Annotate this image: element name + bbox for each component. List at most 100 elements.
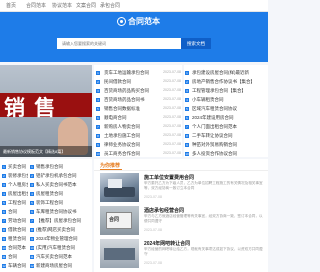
list-item[interactable]: 2 民间借款合同 2023-07-08 — [94, 77, 182, 86]
list-item[interactable]: 6 合同 — [2, 207, 28, 216]
list-item-title[interactable]: 合同范本 — [8, 243, 26, 252]
list-item-title[interactable]: 土地承包施工合同 — [104, 131, 156, 140]
nav-home[interactable]: 首页 — [6, 2, 16, 9]
list-item-title[interactable]: 2024年建设用房合同 — [192, 113, 267, 122]
list-item[interactable]: 3 工程管理承包合同【集合】 — [184, 86, 268, 95]
card-title[interactable]: 2024年网吧转让合同 — [144, 240, 190, 247]
list-item-title[interactable]: (推荐)网店买卖合同 — [36, 225, 75, 234]
list-item[interactable]: 3 百货商场药品购买合同 2023-07-08 — [94, 86, 182, 95]
list-item-title[interactable]: 买卖合同 — [8, 162, 26, 171]
list-item-title[interactable]: 承包建设房屋合同(样)最近新 — [192, 68, 267, 77]
list-item[interactable]: 7 劳动合同 — [2, 216, 28, 225]
list-item[interactable]: 7 【推荐】房屋承包合同 — [30, 216, 92, 225]
list-item-title[interactable]: 【推荐】房屋承包合同 — [36, 216, 81, 225]
list-item-title[interactable]: 个人租房合同 — [8, 180, 28, 189]
list-item[interactable]: 9 2024年物业管理合同 — [30, 234, 92, 243]
list-item-title[interactable]: 销售承包合同 — [36, 162, 63, 171]
list-item[interactable]: 1 承包建设房屋合同(样)最近新 — [184, 68, 268, 77]
list-item[interactable]: 3个人租房合同 — [2, 180, 28, 189]
list-item[interactable]: 7 个人门面出租合同范本 — [184, 122, 268, 131]
list-item[interactable]: 4 百货商场药品合同书 2023-07-08 — [94, 95, 182, 104]
list-item-title[interactable]: 多人投资合作协议合同 — [192, 149, 267, 158]
list-item[interactable]: 11 汽车买卖合同范本 — [30, 252, 92, 261]
list-item-title[interactable]: 销售合同数据标准 — [104, 104, 156, 113]
list-item-title[interactable]: 租赁合同 — [8, 234, 26, 243]
list-item-title[interactable]: 车辆合同 — [8, 261, 26, 270]
list-item-title[interactable]: 铝铲承包机承包合同 — [36, 171, 77, 180]
list-item[interactable]: 4房屋出租合同 — [2, 189, 28, 198]
list-item-title[interactable]: 百货商场药品合同书 — [104, 95, 156, 104]
list-item-title[interactable]: 合同 — [8, 252, 17, 261]
list-item[interactable]: 1 销售承包合同 — [30, 162, 92, 171]
list-item-title[interactable]: 小车辆租赁合同 — [192, 95, 267, 104]
list-item[interactable]: 6 车库租赁合同协议书 — [30, 207, 92, 216]
list-item-title[interactable]: 新购房人物卖合同 — [104, 122, 156, 131]
list-item-title[interactable]: 种苗对外贸易购销合同 — [192, 140, 267, 149]
list-item[interactable]: 5 工程合同 — [2, 198, 28, 207]
recommend-card[interactable]: 合同 酒店承包经营合同 甲方与乙方就酒店经营管理等有关事宜，经双方协商一致，签订… — [100, 206, 266, 236]
list-item[interactable]: 5 区域汽车租赁合同协议 — [184, 104, 268, 113]
list-item[interactable]: 10 合同范本 — [2, 243, 28, 252]
recommend-card[interactable]: 2024年网吧转让合同 甲方经营的网吧转让给乙方，现就有关事项达成如下协议，以资… — [100, 239, 266, 269]
list-item-title[interactable]: 工程管理承包合同【集合】 — [192, 86, 267, 95]
list-item-title[interactable]: 车库租赁合同协议书 — [36, 207, 77, 216]
list-item[interactable]: 2装修承包合同 — [2, 171, 28, 180]
list-item[interactable]: 2 铝铲承包机承包合同 — [30, 171, 92, 180]
list-item[interactable]: 9 律师业务协议合同 2023-07-08 — [94, 140, 182, 149]
list-item-title[interactable]: 顺电商合同 — [104, 113, 156, 122]
hero-banner[interactable]: 销 售 最新销售协议模板范文【精选8篇】 — [0, 65, 92, 157]
list-item[interactable]: 8 土地承包施工合同 2023-07-08 — [94, 131, 182, 140]
list-item[interactable]: 7 新购房人物卖合同 2023-07-08 — [94, 122, 182, 131]
list-item[interactable]: 4 房屋租赁合同 — [30, 189, 92, 198]
list-item[interactable]: 3 私人买卖合同书范本 — [30, 180, 92, 189]
list-item-title[interactable]: 律师业务协议合同 — [104, 140, 156, 149]
list-item-title[interactable]: 货车工地运输承包合同 — [104, 68, 156, 77]
list-item-title[interactable]: 个人门面出租合同范本 — [192, 122, 267, 131]
list-item-title[interactable]: 工程合同 — [8, 198, 26, 207]
search-input[interactable] — [57, 38, 181, 49]
list-item-title[interactable]: 区域汽车租赁合同协议 — [192, 104, 267, 113]
list-item-title[interactable]: 2024年物业管理合同 — [36, 234, 78, 243]
list-item[interactable]: 8 二手车转让协议合同 — [184, 131, 268, 140]
list-item[interactable]: 12 新建商场房屋合同 — [30, 261, 92, 270]
list-item[interactable]: 9 种苗对外贸易购销合同 — [184, 140, 268, 149]
card-title[interactable]: 施工单位安置费用合同 — [144, 174, 194, 181]
list-item-title[interactable]: 员工商务合作合同 — [104, 149, 156, 158]
list-item-title[interactable]: 民间借款合同 — [104, 77, 156, 86]
list-item-title[interactable]: 劳动合同 — [8, 216, 26, 225]
list-item[interactable]: 10 员工商务合作合同 2023-07-08 — [94, 149, 182, 158]
search-button[interactable]: 搜索文档 — [181, 38, 211, 49]
list-item[interactable]: 2 房地产销售合作协议书【集合】 — [184, 77, 268, 86]
list-item-title[interactable]: 装修承包合同 — [8, 171, 28, 180]
list-item-title[interactable]: 二手车转让协议合同 — [192, 131, 267, 140]
list-item-title[interactable]: 百货商场药品购买合同 — [104, 86, 156, 95]
list-item[interactable]: 9 租赁合同 — [2, 234, 28, 243]
list-item[interactable]: 5 装饰工程合同 — [30, 198, 92, 207]
list-item[interactable]: 8 借款合同 — [2, 225, 28, 234]
nav-copy-contracts[interactable]: 文案合同 — [76, 2, 96, 9]
list-item[interactable]: 1 买卖合同 — [2, 162, 28, 171]
nav-agreement-templates[interactable]: 协议范本 — [52, 2, 72, 9]
list-item[interactable]: 6 2024年建设用房合同 — [184, 113, 268, 122]
list-item-title[interactable]: 汽车买卖合同范本 — [36, 252, 72, 261]
list-item[interactable]: 6 顺电商合同 2023-07-08 — [94, 113, 182, 122]
hero-caption[interactable]: 最新销售协议模板范文【精选8篇】 — [0, 146, 92, 157]
list-item-title[interactable]: 装饰工程合同 — [36, 198, 63, 207]
list-item-title[interactable]: 借款合同 — [8, 225, 26, 234]
list-item[interactable]: 4 小车辆租赁合同 — [184, 95, 268, 104]
list-item-title[interactable]: 合同 — [8, 207, 17, 216]
list-item-title[interactable]: 私人买卖合同书范本 — [36, 180, 77, 189]
list-item[interactable]: 1 货车工地运输承包合同 2023-07-08 — [94, 68, 182, 77]
list-item[interactable]: 11 合同 — [2, 252, 28, 261]
nav-contracting[interactable]: 承包合同 — [100, 2, 120, 9]
list-item[interactable]: 5 销售合同数据标准 2023-07-08 — [94, 104, 182, 113]
recommend-card[interactable]: 施工单位安置费用合同 甲方委托乙方为下级人员，乙方为单位招聘工程施工的有关情况及… — [100, 173, 266, 203]
list-item[interactable]: 12 车辆合同 — [2, 261, 28, 270]
list-item-title[interactable]: 房屋租赁合同 — [36, 189, 63, 198]
nav-contract-templates[interactable]: 合同范本 — [26, 2, 46, 9]
list-item[interactable]: 10 多人投资合作协议合同 — [184, 149, 268, 158]
list-item-title[interactable]: 房地产销售合作协议书【集合】 — [192, 77, 267, 86]
card-title[interactable]: 酒店承包经营合同 — [144, 207, 184, 214]
list-item[interactable]: 10 (实用)汽车租赁合同 — [30, 243, 92, 252]
recommend-tab[interactable]: 为你推荐 — [100, 162, 120, 169]
